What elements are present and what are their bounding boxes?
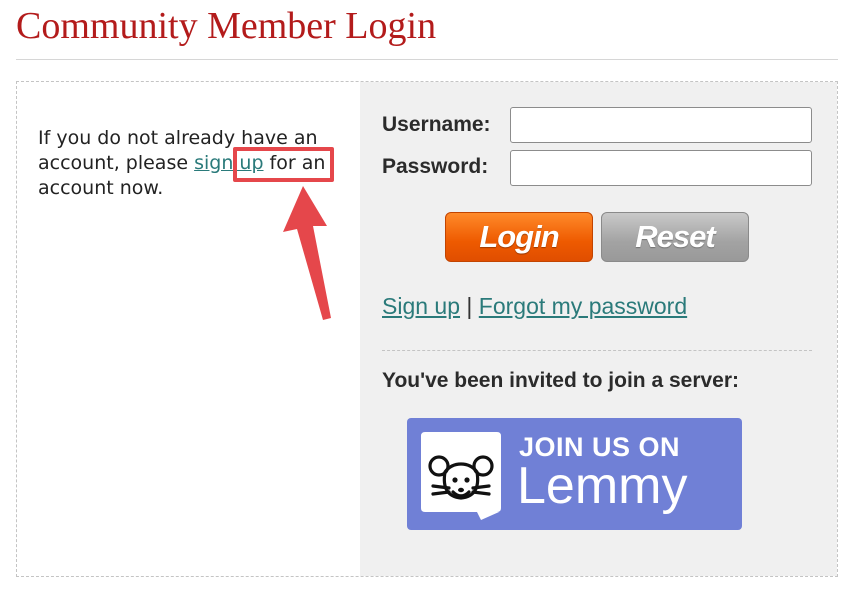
account-links: Sign up | Forgot my password [382, 293, 687, 320]
username-label: Username: [382, 113, 491, 136]
login-form-pane: Username: Password: Login Reset Sign up … [360, 82, 837, 576]
annotation-highlight-box [233, 147, 334, 182]
red-arrow-icon [283, 186, 331, 320]
signup-info-pane: If you do not already have an account, p… [17, 82, 360, 576]
password-input[interactable] [510, 150, 812, 186]
invite-heading: You've been invited to join a server: [382, 369, 740, 392]
reset-button[interactable]: Reset [601, 212, 749, 262]
username-input[interactable] [510, 107, 812, 143]
section-divider [382, 350, 812, 351]
join-lemmy-banner[interactable]: JOIN US ON Lemmy [407, 418, 742, 530]
forgot-password-link[interactable]: Forgot my password [479, 293, 687, 319]
login-button[interactable]: Login [445, 212, 593, 262]
password-label: Password: [382, 155, 489, 178]
lemmy-mouse-icon [421, 432, 501, 520]
link-separator: | [466, 293, 473, 319]
signup-link[interactable]: Sign up [382, 293, 460, 319]
login-panel: If you do not already have an account, p… [16, 81, 838, 577]
banner-lemmy-text: Lemmy [517, 457, 688, 515]
title-divider [16, 59, 838, 60]
page-title: Community Member Login [16, 5, 437, 47]
